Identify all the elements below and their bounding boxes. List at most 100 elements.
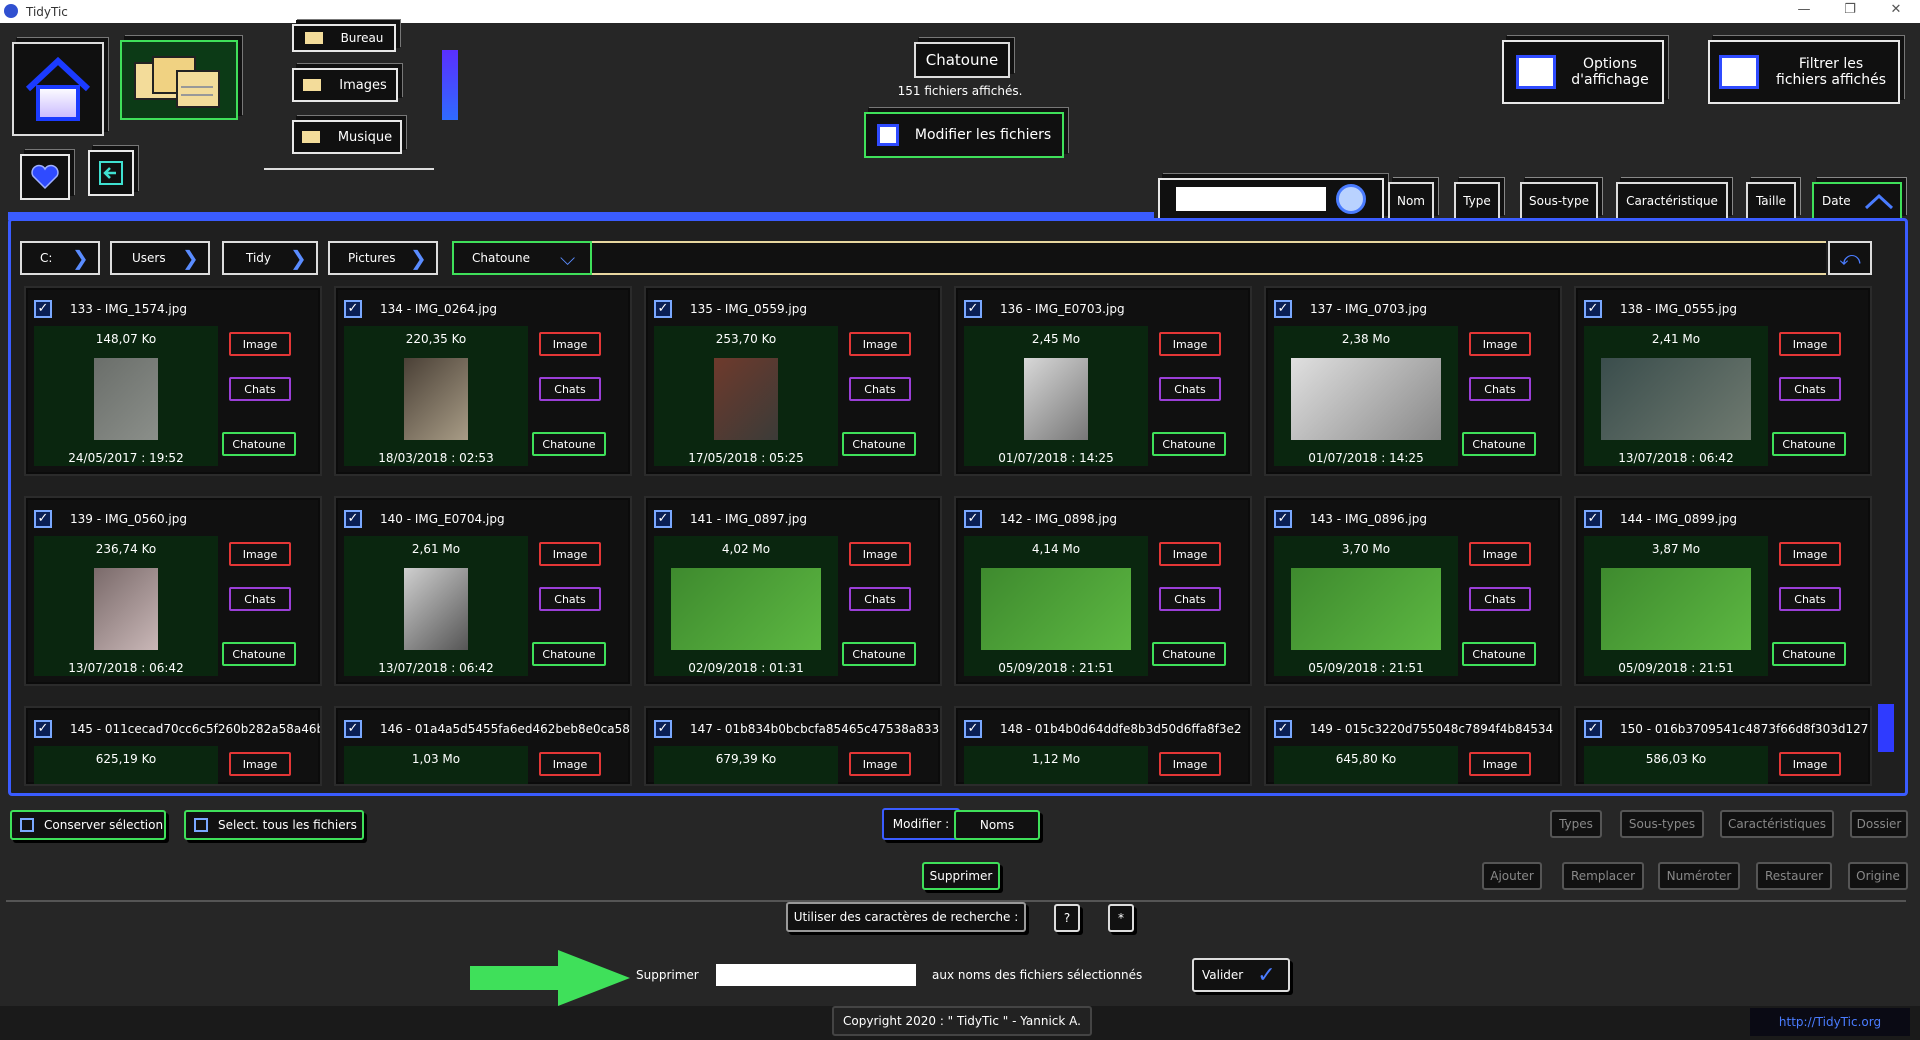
file-card[interactable]: ✓ 149 - 015c3220d755048c7894f4b84534 645,8…	[1264, 706, 1562, 786]
tag-subtype[interactable]: Chats	[1469, 377, 1531, 401]
tag-subtype[interactable]: Chats	[1159, 587, 1221, 611]
tag-subtype[interactable]: Chats	[229, 587, 291, 611]
file-thumbnail[interactable]	[981, 568, 1131, 650]
file-thumbnail[interactable]	[404, 568, 468, 650]
tag-type[interactable]: Image	[539, 332, 601, 356]
select-checkbox[interactable]: ✓	[34, 300, 52, 318]
tag-type[interactable]: Image	[539, 542, 601, 566]
tag-characteristic[interactable]: Chatoune	[1152, 432, 1226, 456]
tag-characteristic[interactable]: Chatoune	[1772, 432, 1846, 456]
sort-name-button[interactable]: Nom	[1388, 182, 1434, 220]
file-card[interactable]: ✓ 145 - 011cecad70cc6c5f260b282a58a46b 625…	[24, 706, 322, 786]
add-button[interactable]: Ajouter	[1482, 862, 1542, 890]
select-checkbox[interactable]: ✓	[1584, 300, 1602, 318]
breadcrumb-current[interactable]: Chatoune ⌵	[452, 241, 592, 275]
tag-characteristic[interactable]: Chatoune	[222, 432, 296, 456]
back-button[interactable]	[88, 150, 134, 196]
folder-shortcut-bureau[interactable]: Bureau	[292, 24, 396, 52]
search-icon[interactable]	[1336, 184, 1366, 214]
replace-button[interactable]: Remplacer	[1562, 862, 1644, 890]
tag-subtype[interactable]: Chats	[849, 377, 911, 401]
file-card[interactable]: ✓ 136 - IMG_E0703.jpg 2,45 Mo 01/07/2018 : …	[954, 286, 1252, 476]
select-checkbox[interactable]: ✓	[1584, 510, 1602, 528]
file-thumbnail[interactable]	[404, 358, 468, 440]
tag-subtype[interactable]: Chats	[539, 587, 601, 611]
file-card[interactable]: ✓ 150 - 016b3709541c4873f66d8f303d127 586,…	[1574, 706, 1872, 786]
tag-characteristic[interactable]: Chatoune	[1152, 642, 1226, 666]
tag-characteristic[interactable]: Chatoune	[1462, 642, 1536, 666]
select-checkbox[interactable]: ✓	[34, 510, 52, 528]
close-button[interactable]: ✕	[1876, 2, 1916, 20]
tag-type[interactable]: Image	[849, 332, 911, 356]
file-card[interactable]: ✓ 138 - IMG_0555.jpg 2,41 Mo 13/07/2018 : 0…	[1574, 286, 1872, 476]
select-checkbox[interactable]: ✓	[1274, 510, 1292, 528]
tag-subtype[interactable]: Chats	[539, 377, 601, 401]
sort-size-button[interactable]: Taille	[1746, 182, 1796, 220]
tag-type[interactable]: Image	[1779, 332, 1841, 356]
display-options-button[interactable]: Options d'affichage	[1502, 40, 1664, 104]
keep-selection-toggle[interactable]: Conserver sélection	[10, 810, 166, 840]
file-card[interactable]: ✓ 141 - IMG_0897.jpg 4,02 Mo 02/09/2018 : 0…	[644, 496, 942, 686]
tag-characteristic[interactable]: Chatoune	[532, 432, 606, 456]
subtypes-button[interactable]: Sous-types	[1620, 810, 1704, 838]
select-checkbox[interactable]: ✓	[964, 300, 982, 318]
number-button[interactable]: Numéroter	[1658, 862, 1740, 890]
file-card[interactable]: ✓ 144 - IMG_0899.jpg 3,87 Mo 05/09/2018 : 2…	[1574, 496, 1872, 686]
tag-subtype[interactable]: Chats	[1469, 587, 1531, 611]
file-card[interactable]: ✓ 140 - IMG_E0704.jpg 2,61 Mo 13/07/2018 : …	[334, 496, 632, 686]
tag-type[interactable]: Image	[849, 542, 911, 566]
names-button[interactable]: Noms	[954, 810, 1040, 840]
modify-files-button[interactable]: Modifier les fichiers	[864, 112, 1064, 158]
breadcrumb-item[interactable]: Pictures ❯	[328, 241, 438, 275]
tag-subtype[interactable]: Chats	[849, 587, 911, 611]
file-card[interactable]: ✓ 143 - IMG_0896.jpg 3,70 Mo 05/09/2018 : 2…	[1264, 496, 1562, 686]
breadcrumb-item[interactable]: C: ❯	[20, 241, 100, 275]
tag-subtype[interactable]: Chats	[229, 377, 291, 401]
tag-type[interactable]: Image	[1779, 542, 1841, 566]
tag-type[interactable]: Image	[1779, 752, 1841, 776]
tag-type[interactable]: Image	[1469, 752, 1531, 776]
file-card[interactable]: ✓ 134 - IMG_0264.jpg 220,35 Ko 18/03/2018 :…	[334, 286, 632, 476]
file-card[interactable]: ✓ 146 - 01a4a5d5455fa6ed462beb8e0ca58 1,03…	[334, 706, 632, 786]
file-thumbnail[interactable]	[1601, 568, 1751, 650]
select-checkbox[interactable]: ✓	[964, 720, 982, 738]
file-card[interactable]: ✓ 133 - IMG_1574.jpg 148,07 Ko 24/05/2017 :…	[24, 286, 322, 476]
delete-text-input[interactable]	[716, 964, 916, 986]
sort-date-button[interactable]: Date	[1812, 182, 1902, 220]
tag-subtype[interactable]: Chats	[1779, 377, 1841, 401]
file-thumbnail[interactable]	[1291, 358, 1441, 440]
favorites-button[interactable]	[20, 154, 70, 200]
tag-type[interactable]: Image	[849, 752, 911, 776]
tag-subtype[interactable]: Chats	[1779, 587, 1841, 611]
folder-shortcut-images[interactable]: Images	[292, 68, 398, 102]
tag-type[interactable]: Image	[1469, 542, 1531, 566]
select-all-button[interactable]: Select. tous les fichiers	[184, 810, 364, 840]
file-thumbnail[interactable]	[714, 358, 778, 440]
file-thumbnail[interactable]	[671, 568, 821, 650]
file-card[interactable]: ✓ 139 - IMG_0560.jpg 236,74 Ko 13/07/2018 :…	[24, 496, 322, 686]
select-checkbox[interactable]: ✓	[654, 300, 672, 318]
explorer-button[interactable]	[120, 40, 238, 120]
select-checkbox[interactable]: ✓	[1584, 720, 1602, 738]
home-button[interactable]	[12, 42, 104, 136]
tag-characteristic[interactable]: Chatoune	[842, 432, 916, 456]
current-folder-button[interactable]: Chatoune	[914, 42, 1010, 78]
website-link[interactable]: http://TidyTic.org	[1750, 1008, 1910, 1036]
select-checkbox[interactable]: ✓	[34, 720, 52, 738]
select-checkbox[interactable]: ✓	[344, 720, 362, 738]
sort-subtype-button[interactable]: Sous-type	[1520, 182, 1598, 220]
tag-type[interactable]: Image	[229, 752, 291, 776]
select-checkbox[interactable]: ✓	[964, 510, 982, 528]
tag-type[interactable]: Image	[229, 542, 291, 566]
file-card[interactable]: ✓ 147 - 01b834b0bcbcfa85465c47538a833 679,…	[644, 706, 942, 786]
tag-characteristic[interactable]: Chatoune	[1462, 432, 1536, 456]
file-card[interactable]: ✓ 142 - IMG_0898.jpg 4,14 Mo 05/09/2018 : 2…	[954, 496, 1252, 686]
breadcrumb-item[interactable]: Users ❯	[110, 241, 210, 275]
undo-button[interactable]: ⤺	[1828, 241, 1872, 275]
tag-subtype[interactable]: Chats	[1159, 377, 1221, 401]
tag-characteristic[interactable]: Chatoune	[532, 642, 606, 666]
validate-button[interactable]: Valider ✓	[1192, 958, 1290, 992]
tag-characteristic[interactable]: Chatoune	[222, 642, 296, 666]
characteristics-button[interactable]: Caractéristiques	[1720, 810, 1834, 838]
search-input[interactable]	[1176, 187, 1326, 211]
